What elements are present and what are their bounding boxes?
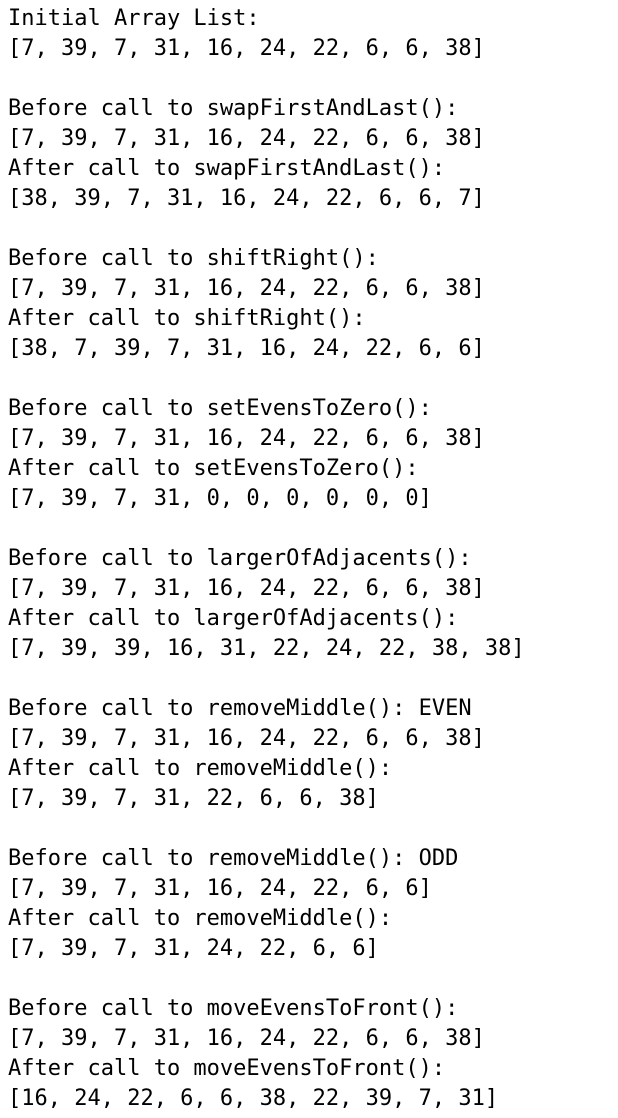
after-label: After call to removeMiddle():	[8, 756, 393, 781]
after-array: [7, 39, 7, 31, 0, 0, 0, 0, 0, 0]	[8, 486, 432, 511]
console-output: Initial Array List: [7, 39, 7, 31, 16, 2…	[0, 0, 618, 1118]
before-label: Before call to setEvensToZero():	[8, 396, 432, 421]
section-larger-of-adjacents: Before call to largerOfAdjacents(): [7, …	[8, 544, 618, 664]
before-array: [7, 39, 7, 31, 16, 24, 22, 6, 6, 38]	[8, 726, 485, 751]
before-label: Before call to shiftRight():	[8, 246, 379, 271]
after-label: After call to moveEvensToFront():	[8, 1056, 446, 1081]
section-move-evens-to-front: Before call to moveEvensToFront(): [7, 3…	[8, 994, 618, 1114]
before-label: Before call to removeMiddle(): ODD	[8, 846, 459, 871]
before-label: Before call to removeMiddle(): EVEN	[8, 696, 472, 721]
before-array: [7, 39, 7, 31, 16, 24, 22, 6, 6, 38]	[8, 276, 485, 301]
after-array: [38, 7, 39, 7, 31, 16, 24, 22, 6, 6]	[8, 336, 485, 361]
before-array: [7, 39, 7, 31, 16, 24, 22, 6, 6, 38]	[8, 126, 485, 151]
before-array: [7, 39, 7, 31, 16, 24, 22, 6, 6, 38]	[8, 1026, 485, 1051]
after-array: [7, 39, 7, 31, 24, 22, 6, 6]	[8, 936, 379, 961]
after-label: After call to swapFirstAndLast():	[8, 156, 446, 181]
initial-label: Initial Array List:	[8, 6, 260, 31]
after-array: [16, 24, 22, 6, 6, 38, 22, 39, 7, 31]	[8, 1086, 499, 1111]
after-array: [38, 39, 7, 31, 16, 24, 22, 6, 6, 7]	[8, 186, 485, 211]
before-array: [7, 39, 7, 31, 16, 24, 22, 6, 6, 38]	[8, 576, 485, 601]
before-label: Before call to largerOfAdjacents():	[8, 546, 472, 571]
after-array: [7, 39, 39, 16, 31, 22, 24, 22, 38, 38]	[8, 636, 525, 661]
before-array: [7, 39, 7, 31, 16, 24, 22, 6, 6, 38]	[8, 426, 485, 451]
section-shift-right: Before call to shiftRight(): [7, 39, 7, …	[8, 244, 618, 364]
section-swap-first-and-last: Before call to swapFirstAndLast(): [7, 3…	[8, 94, 618, 214]
after-label: After call to setEvensToZero():	[8, 456, 419, 481]
initial-array: [7, 39, 7, 31, 16, 24, 22, 6, 6, 38]	[8, 36, 485, 61]
before-label: Before call to moveEvensToFront():	[8, 996, 459, 1021]
after-label: After call to shiftRight():	[8, 306, 366, 331]
before-array: [7, 39, 7, 31, 16, 24, 22, 6, 6]	[8, 876, 432, 901]
section-remove-middle-even: Before call to removeMiddle(): EVEN [7, …	[8, 694, 618, 814]
section-remove-middle-odd: Before call to removeMiddle(): ODD [7, 3…	[8, 844, 618, 964]
after-label: After call to largerOfAdjacents():	[8, 606, 459, 631]
before-label: Before call to swapFirstAndLast():	[8, 96, 459, 121]
after-label: After call to removeMiddle():	[8, 906, 393, 931]
section-set-evens-to-zero: Before call to setEvensToZero(): [7, 39,…	[8, 394, 618, 514]
after-array: [7, 39, 7, 31, 22, 6, 6, 38]	[8, 786, 379, 811]
